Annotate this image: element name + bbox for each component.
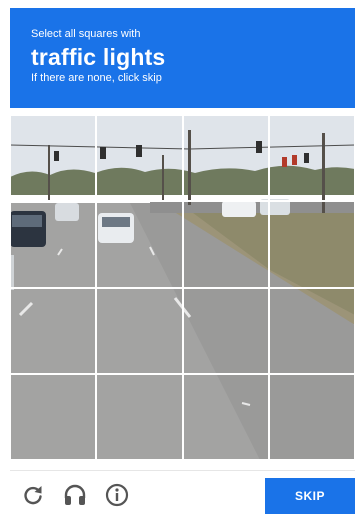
image-tile[interactable] <box>268 201 355 288</box>
tile-grid <box>10 115 355 460</box>
challenge-header: Select all squares with traffic lights I… <box>10 8 355 108</box>
skip-button[interactable]: SKIP <box>265 478 355 514</box>
headphones-icon[interactable] <box>62 482 88 508</box>
image-tile[interactable] <box>10 287 97 374</box>
info-icon[interactable] <box>104 482 130 508</box>
image-tile[interactable] <box>96 373 183 460</box>
image-tile[interactable] <box>10 201 97 288</box>
image-tile[interactable] <box>182 201 269 288</box>
image-tile[interactable] <box>96 115 183 202</box>
image-tile[interactable] <box>268 115 355 202</box>
image-tile[interactable] <box>96 287 183 374</box>
image-grid <box>10 115 355 460</box>
image-tile[interactable] <box>96 201 183 288</box>
image-tile[interactable] <box>10 373 97 460</box>
image-tile[interactable] <box>182 287 269 374</box>
image-tile[interactable] <box>268 373 355 460</box>
image-tile[interactable] <box>268 287 355 374</box>
instruction-text: Select all squares with <box>31 28 141 40</box>
hint-text: If there are none, click skip <box>31 72 162 84</box>
reload-icon[interactable] <box>20 482 46 508</box>
footer-divider <box>10 470 355 471</box>
image-tile[interactable] <box>182 373 269 460</box>
target-object-text: traffic lights <box>31 44 166 70</box>
image-tile[interactable] <box>182 115 269 202</box>
image-tile[interactable] <box>10 115 97 202</box>
